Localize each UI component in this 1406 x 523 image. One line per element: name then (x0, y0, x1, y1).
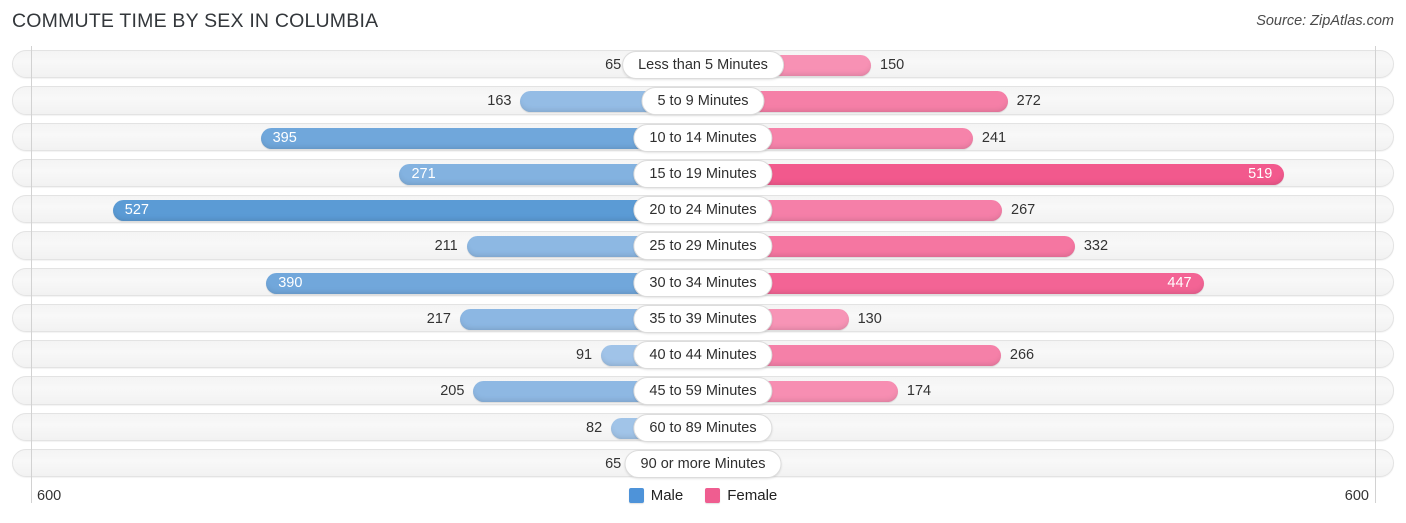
chart-header: COMMUTE TIME BY SEX IN COLUMBIA Source: … (0, 0, 1406, 46)
chart-row: 653690 or more Minutes (0, 445, 1406, 481)
chart-row: 217 130 35 to 39 Minutes (0, 300, 1406, 336)
axis-line-right (1375, 46, 1376, 481)
bar-female[interactable] (703, 163, 1285, 185)
bar-value-male: 395 (272, 129, 297, 146)
category-label[interactable]: 30 to 34 Minutes (633, 268, 773, 297)
bar-value-female: 174 (906, 383, 932, 400)
chart-row: 822060 to 89 Minutes (0, 409, 1406, 445)
bar-value-male: 65 (605, 57, 622, 73)
chart-legend: Male Female (0, 487, 1406, 504)
legend-label-male: Male (650, 487, 684, 504)
bar-value-male: 91 (575, 347, 593, 363)
bar-value-male: 65 (605, 455, 622, 472)
category-label[interactable]: Less than 5 Minutes (622, 51, 784, 79)
category-label[interactable]: 35 to 39 Minutes (633, 304, 773, 333)
legend-swatch-male-icon (628, 488, 644, 503)
chart-row: 205 174 45 to 59 Minutes (0, 372, 1406, 408)
chart-row: 211 332 25 to 29 Minutes (0, 227, 1406, 263)
bar-value-female: 447 (1167, 274, 1192, 291)
bar-value-male: 217 (426, 310, 451, 327)
legend-swatch-female-icon (705, 488, 721, 503)
bar-value-male: 205 (440, 383, 465, 400)
category-label[interactable]: 40 to 44 Minutes (633, 341, 773, 369)
bar-value-male: 82 (586, 419, 603, 436)
bar-value-male: 527 (124, 202, 149, 218)
page-title: COMMUTE TIME BY SEX IN COLUMBIA (12, 10, 379, 32)
legend-item-female[interactable]: Female (705, 487, 777, 504)
bar-value-female: 266 (1009, 347, 1035, 363)
category-label[interactable]: 60 to 89 Minutes (633, 413, 773, 442)
chart-row: 395 241 10 to 14 Minutes (0, 119, 1406, 155)
chart-row: 527 267 20 to 24 Minutes (0, 191, 1406, 227)
chart-row: 271 519 15 to 19 Minutes (0, 155, 1406, 191)
axis-line-left (31, 46, 32, 481)
category-label[interactable]: 20 to 24 Minutes (633, 196, 773, 224)
category-label[interactable]: 5 to 9 Minutes (641, 87, 765, 116)
bar-value-female: 267 (1011, 202, 1036, 218)
category-label[interactable]: 25 to 29 Minutes (633, 232, 773, 261)
chart-row: 163 272 5 to 9 Minutes (0, 82, 1406, 118)
bar-value-male: 271 (411, 165, 436, 182)
diverging-bar-plot: 65 150 Less than 5 Minutes 163 272 5 to 9 Min… (0, 46, 1406, 481)
category-label[interactable]: 15 to 19 Minutes (633, 159, 773, 188)
chart-row: 91 266 40 to 44 Minutes (0, 336, 1406, 372)
category-label[interactable]: 45 to 59 Minutes (633, 377, 773, 406)
chart-footer: 600 600 Male Female (0, 481, 1406, 523)
bar-value-female: 272 (1016, 93, 1041, 110)
bar-value-male: 163 (487, 93, 512, 110)
bar-value-female: 241 (981, 129, 1007, 146)
category-label[interactable]: 90 or more Minutes (624, 449, 782, 478)
legend-label-female: Female (727, 487, 778, 504)
bar-value-male: 390 (278, 274, 303, 291)
source-attribution: Source: ZipAtlas.com (1256, 13, 1394, 29)
legend-item-male[interactable]: Male (628, 487, 684, 504)
bar-value-female: 130 (857, 310, 882, 327)
bar-value-female: 150 (880, 57, 905, 73)
bar-value-male: 211 (434, 238, 458, 255)
bar-value-female: 332 (1083, 238, 1109, 255)
category-label[interactable]: 10 to 14 Minutes (633, 123, 773, 152)
bar-value-female: 519 (1248, 165, 1273, 182)
bar-male[interactable] (112, 200, 703, 221)
chart-row: 65 150 Less than 5 Minutes (0, 46, 1406, 82)
chart-row: 390 447 30 to 34 Minutes (0, 264, 1406, 300)
bar-female[interactable] (703, 272, 1204, 294)
